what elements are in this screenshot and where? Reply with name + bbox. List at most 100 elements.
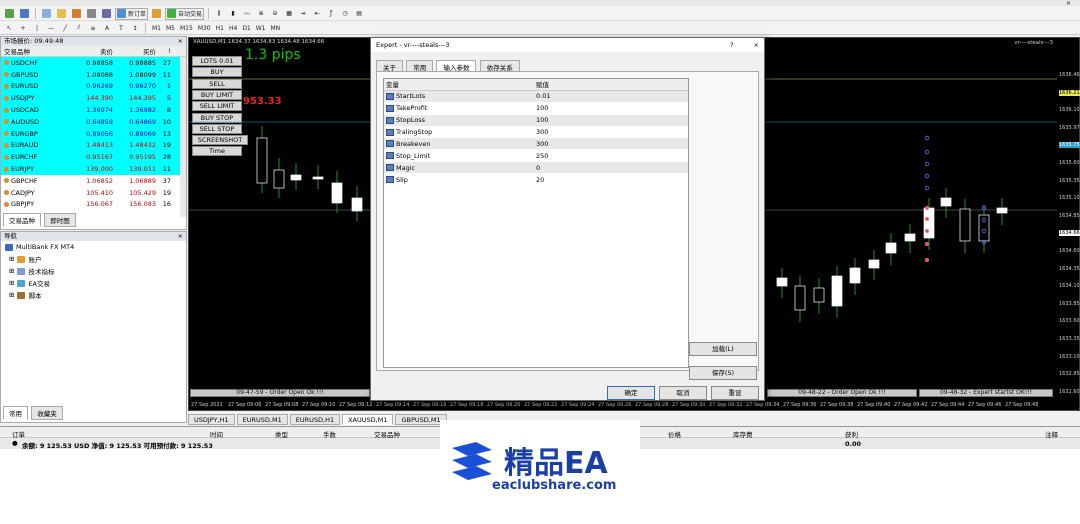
panel-close-icon[interactable]: × bbox=[178, 37, 186, 46]
param-row[interactable]: Slip 20 bbox=[384, 174, 688, 187]
market-row[interactable]: EURGBP 0.89056 0.89069 13 bbox=[1, 127, 186, 140]
tf-button[interactable]: M15 bbox=[178, 22, 195, 34]
new-chart-icon[interactable] bbox=[3, 8, 16, 20]
new-order-button[interactable]: 新订单 bbox=[115, 7, 149, 20]
tf-button[interactable]: M5 bbox=[164, 22, 177, 34]
nav-item-scripts[interactable]: ⊞ 脚本 bbox=[1, 289, 186, 301]
market-row[interactable]: EURUSD 0.96269 0.96270 1 bbox=[1, 80, 186, 93]
arrows-icon[interactable]: ↕ bbox=[129, 22, 141, 34]
chart-tab[interactable]: XAUUSD,M1 bbox=[342, 414, 394, 425]
param-row[interactable]: TakeProfit 100 bbox=[384, 103, 688, 115]
param-value[interactable]: 100 bbox=[534, 104, 688, 112]
scrollbar[interactable] bbox=[180, 57, 186, 217]
trendline-icon[interactable]: ╱ bbox=[59, 22, 71, 34]
param-value[interactable]: 300 bbox=[534, 140, 688, 148]
nav-root[interactable]: MultiBank FX MT4 bbox=[1, 241, 186, 253]
text-icon[interactable]: A bbox=[101, 22, 113, 34]
panel-close-icon[interactable]: × bbox=[178, 232, 186, 241]
line-chart-icon[interactable]: 〰 bbox=[241, 8, 253, 20]
param-row[interactable]: StartLots 0.01 bbox=[384, 90, 688, 103]
expand-icon[interactable]: ⊞ bbox=[9, 267, 14, 275]
market-row[interactable]: GBPJPY 156.067 156.083 16 bbox=[1, 199, 186, 211]
market-watch-icon[interactable] bbox=[40, 8, 53, 20]
param-value[interactable]: 0.01 bbox=[534, 92, 688, 100]
col-variable[interactable]: 变量 bbox=[384, 79, 534, 89]
chart-shift-icon[interactable]: ⇤ bbox=[311, 8, 323, 20]
col-value[interactable]: 赋值 bbox=[534, 79, 688, 89]
terminal-icon[interactable] bbox=[85, 8, 98, 20]
tester-icon[interactable] bbox=[100, 8, 113, 20]
tf-button[interactable]: H4 bbox=[227, 22, 239, 34]
cancel-button[interactable]: 取消 bbox=[659, 386, 707, 400]
auto-trade-button[interactable]: 自动交易 bbox=[165, 7, 205, 20]
market-row[interactable]: CADJPY 105.410 105.429 19 bbox=[1, 187, 186, 199]
tf-button[interactable]: M1 bbox=[150, 22, 163, 34]
cursor-icon[interactable]: ↖ bbox=[3, 22, 15, 34]
zoom-out-icon[interactable]: ⊖ bbox=[269, 8, 281, 20]
tab-common[interactable]: 常用 bbox=[406, 60, 434, 72]
chart-tab[interactable]: EURUSD,H1 bbox=[289, 414, 341, 425]
data-window-icon[interactable] bbox=[55, 8, 68, 20]
save-button[interactable]: 保存(S) bbox=[689, 366, 757, 380]
bar-chart-icon[interactable]: ⫼ bbox=[213, 8, 225, 20]
help-button[interactable]: ? bbox=[730, 41, 733, 49]
tf-button[interactable]: W1 bbox=[254, 22, 268, 34]
tile-icon[interactable]: ▦ bbox=[283, 8, 295, 20]
tf-button[interactable]: MN bbox=[269, 22, 283, 34]
tf-button[interactable]: D1 bbox=[240, 22, 252, 34]
profiles-icon[interactable] bbox=[18, 8, 31, 20]
market-row[interactable]: EURJPY 139.000 139.011 11 bbox=[1, 163, 186, 175]
nav-item-indicators[interactable]: ⊞ 技术指标 bbox=[1, 265, 186, 277]
chart-tab[interactable]: GBPUSD,M1 bbox=[395, 414, 447, 425]
expand-icon[interactable]: ⊞ bbox=[9, 255, 14, 263]
tab-about[interactable]: 关于 bbox=[376, 60, 403, 72]
reset-button[interactable]: 重设 bbox=[711, 386, 759, 400]
periods-icon[interactable]: ◷ bbox=[339, 8, 351, 20]
tab-symbols[interactable]: 交易品种 bbox=[3, 213, 41, 227]
market-row[interactable]: USDJPY 144.390 144.395 5 bbox=[1, 92, 186, 105]
tab-dependencies[interactable]: 依存关系 bbox=[479, 60, 520, 72]
market-row[interactable]: EURCHF 0.95167 0.95195 28 bbox=[1, 151, 186, 164]
tf-button[interactable]: H1 bbox=[214, 22, 226, 34]
param-row[interactable]: TralingStop 300 bbox=[384, 127, 688, 139]
chart-tab[interactable]: EURUSD,M1 bbox=[236, 414, 288, 425]
metaeditor-icon[interactable] bbox=[150, 8, 163, 20]
fibo-icon[interactable]: ≡ bbox=[87, 22, 99, 34]
nav-item-accounts[interactable]: ⊞ 账户 bbox=[1, 253, 186, 265]
channel-icon[interactable]: ⫽ bbox=[73, 22, 85, 34]
market-row[interactable]: EURAUD 1.48413 1.48432 19 bbox=[1, 139, 186, 152]
param-row[interactable]: Breakeven 300 bbox=[384, 138, 688, 151]
templates-icon[interactable]: ▤ bbox=[353, 8, 365, 20]
indicators-icon[interactable]: ƒ bbox=[325, 8, 337, 20]
market-row[interactable]: AUDUSD 0.64859 0.64869 10 bbox=[1, 115, 186, 128]
candle-chart-icon[interactable]: ▮ bbox=[227, 8, 239, 20]
market-row[interactable]: GBPCHF 1.06852 1.06889 37 bbox=[1, 175, 186, 187]
chart-tab[interactable]: USDJPY,H1 bbox=[188, 414, 235, 425]
market-row[interactable]: USDCHF 0.98858 0.98885 27 bbox=[1, 57, 186, 69]
ok-button[interactable]: 确定 bbox=[607, 386, 655, 400]
tf-button[interactable]: M30 bbox=[196, 22, 213, 34]
param-row[interactable]: Stop_Limit 250 bbox=[384, 150, 688, 163]
crosshair-icon[interactable]: + bbox=[17, 22, 29, 34]
col-spread[interactable]: ! bbox=[156, 47, 173, 55]
param-value[interactable]: 250 bbox=[534, 152, 688, 160]
col-symbol[interactable]: 交易品种 bbox=[1, 46, 73, 56]
tab-favorites[interactable]: 收藏夹 bbox=[31, 406, 63, 420]
autoscroll-icon[interactable]: ⇥ bbox=[297, 8, 309, 20]
param-row[interactable]: StopLoss 100 bbox=[384, 114, 688, 127]
zoom-in-icon[interactable]: ⊕ bbox=[255, 8, 267, 20]
param-value[interactable]: 20 bbox=[534, 176, 688, 184]
param-row[interactable]: Magic 0 bbox=[384, 162, 688, 175]
tab-tick-chart[interactable]: 即时图 bbox=[44, 213, 76, 227]
param-value[interactable]: 300 bbox=[534, 128, 688, 136]
param-value[interactable]: 0 bbox=[534, 164, 688, 172]
expand-icon[interactable]: ⊞ bbox=[9, 291, 14, 299]
param-value[interactable]: 100 bbox=[534, 116, 688, 124]
tab-inputs[interactable]: 输入参数 bbox=[436, 60, 477, 72]
col-ask[interactable]: 买价 bbox=[113, 46, 156, 56]
navigator-icon[interactable] bbox=[70, 8, 83, 20]
market-row[interactable]: USDCAD 1.36974 1.36982 8 bbox=[1, 104, 186, 116]
nav-item-experts[interactable]: ⊞ EA交易 bbox=[1, 277, 186, 289]
expand-icon[interactable]: ⊞ bbox=[9, 279, 14, 287]
tab-common[interactable]: 常用 bbox=[3, 406, 28, 420]
